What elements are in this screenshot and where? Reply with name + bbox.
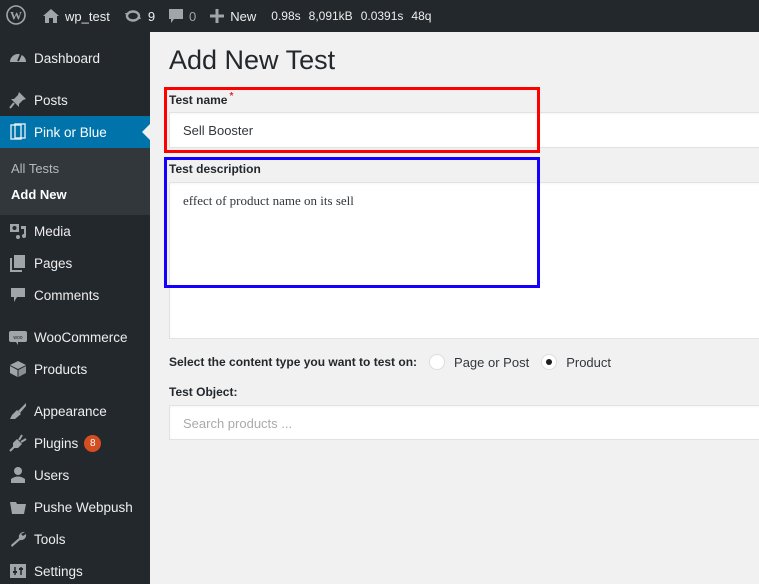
query-time: 0.0391s (360, 9, 404, 23)
test-description-textarea[interactable]: effect of product name on its sell (169, 182, 759, 339)
sidebar-item-label: WooCommerce (34, 329, 128, 345)
pin-icon (8, 90, 28, 110)
duplicate-icon (8, 122, 28, 142)
comments-link[interactable]: 0 (162, 0, 203, 32)
comment-icon (8, 285, 28, 305)
memory-usage: 8,091kB (308, 9, 353, 23)
content-type-selector: Select the content type you want to test… (169, 354, 621, 370)
updates-link[interactable]: 9 (117, 0, 162, 32)
sidebar-item-label: Plugins (34, 435, 79, 451)
svg-text:W: W (10, 8, 22, 22)
pink-or-blue-submenu: All Tests Add New (0, 148, 150, 215)
woocommerce-icon: woo (8, 327, 28, 347)
required-mark: * (229, 91, 234, 102)
test-name-label-text: Test name (169, 93, 228, 107)
sidebar-item-comments[interactable]: Comments (0, 279, 150, 311)
site-name: wp_test (65, 8, 110, 24)
query-count: 48q (411, 9, 432, 23)
sidebar-item-label: Products (34, 361, 88, 377)
site-name-link[interactable]: wp_test (36, 0, 117, 32)
page-title: Add New Test (169, 45, 336, 75)
brush-icon (8, 401, 28, 421)
main-content: Add New Test Test name * Sell Booster Tes… (150, 32, 759, 584)
sidebar-item-label: Pushe Webpush (34, 499, 133, 515)
new-label: New (230, 8, 257, 24)
submenu-all-tests[interactable]: All Tests (0, 155, 150, 181)
settings-icon (8, 561, 28, 581)
updates-icon (124, 9, 142, 23)
sidebar-item-plugins[interactable]: Plugins 8 (0, 427, 150, 459)
pages-icon (8, 253, 28, 273)
sidebar-item-label: Pages (34, 255, 73, 271)
updates-count: 9 (147, 8, 156, 24)
test-object-label: Test Object: (169, 385, 238, 399)
sidebar-item-label: Users (34, 467, 70, 483)
sidebar-item-label: Comments (34, 287, 100, 303)
sidebar-item-pushe-webpush[interactable]: Pushe Webpush (0, 491, 150, 523)
wordpress-logo-button[interactable]: W (0, 0, 36, 32)
sidebar-item-label: Tools (34, 531, 66, 547)
wordpress-logo-icon: W (6, 4, 26, 28)
page-time: 0.98s (271, 9, 301, 23)
sidebar-item-settings[interactable]: Settings (0, 555, 150, 584)
sidebar-item-pages[interactable]: Pages (0, 247, 150, 279)
home-icon (43, 9, 59, 23)
test-name-input[interactable]: Sell Booster (169, 112, 759, 148)
radio-product[interactable] (541, 354, 558, 370)
comment-icon (169, 8, 184, 24)
sidebar-item-tools[interactable]: Tools (0, 523, 150, 555)
wrench-icon (8, 529, 28, 549)
plug-icon (8, 433, 28, 453)
sidebar-item-appearance[interactable]: Appearance (0, 395, 150, 427)
plugins-update-badge: 8 (84, 434, 102, 452)
admin-bar: W wp_test 9 0 New 0.98s 8,091kB 0.0391s … (0, 0, 759, 32)
svg-text:woo: woo (13, 335, 22, 341)
sidebar-item-label: Pink or Blue (34, 124, 107, 140)
media-icon (8, 221, 28, 241)
content-type-label: Select the content type you want to test… (169, 355, 418, 369)
test-name-label: Test name * (169, 91, 233, 107)
query-monitor-stats[interactable]: 0.98s 8,091kB 0.0391s 48q (263, 0, 442, 32)
radio-page-or-post[interactable] (429, 354, 446, 370)
sidebar-item-label: Appearance (34, 403, 107, 419)
radio-product-label[interactable]: Product (566, 355, 611, 370)
test-description-label: Test description (169, 162, 261, 176)
submenu-add-new[interactable]: Add New (0, 181, 150, 207)
comments-count: 0 (189, 8, 197, 24)
sidebar-item-products[interactable]: Products (0, 353, 150, 385)
product-search-input[interactable]: Search products ... (169, 405, 759, 440)
sidebar-item-woocommerce[interactable]: woo WooCommerce (0, 321, 150, 353)
radio-page-or-post-label[interactable]: Page or Post (454, 355, 529, 370)
sidebar-item-label: Dashboard (34, 50, 101, 66)
folder-icon (8, 497, 28, 517)
sidebar-item-dashboard[interactable]: Dashboard (0, 42, 150, 74)
plus-icon (210, 9, 225, 23)
sidebar-item-pink-or-blue[interactable]: Pink or Blue (0, 116, 150, 148)
sidebar-item-label: Posts (34, 92, 68, 108)
sidebar-item-label: Settings (34, 563, 83, 579)
sidebar-item-label: Media (34, 223, 71, 239)
admin-sidebar: Dashboard Posts Pink or Blue All Tests A… (0, 32, 150, 584)
box-icon (8, 359, 28, 379)
user-icon (8, 465, 28, 485)
sidebar-item-media[interactable]: Media (0, 215, 150, 247)
dashboard-icon (8, 48, 28, 68)
sidebar-item-posts[interactable]: Posts (0, 84, 150, 116)
sidebar-item-users[interactable]: Users (0, 459, 150, 491)
new-content-link[interactable]: New (203, 0, 263, 32)
